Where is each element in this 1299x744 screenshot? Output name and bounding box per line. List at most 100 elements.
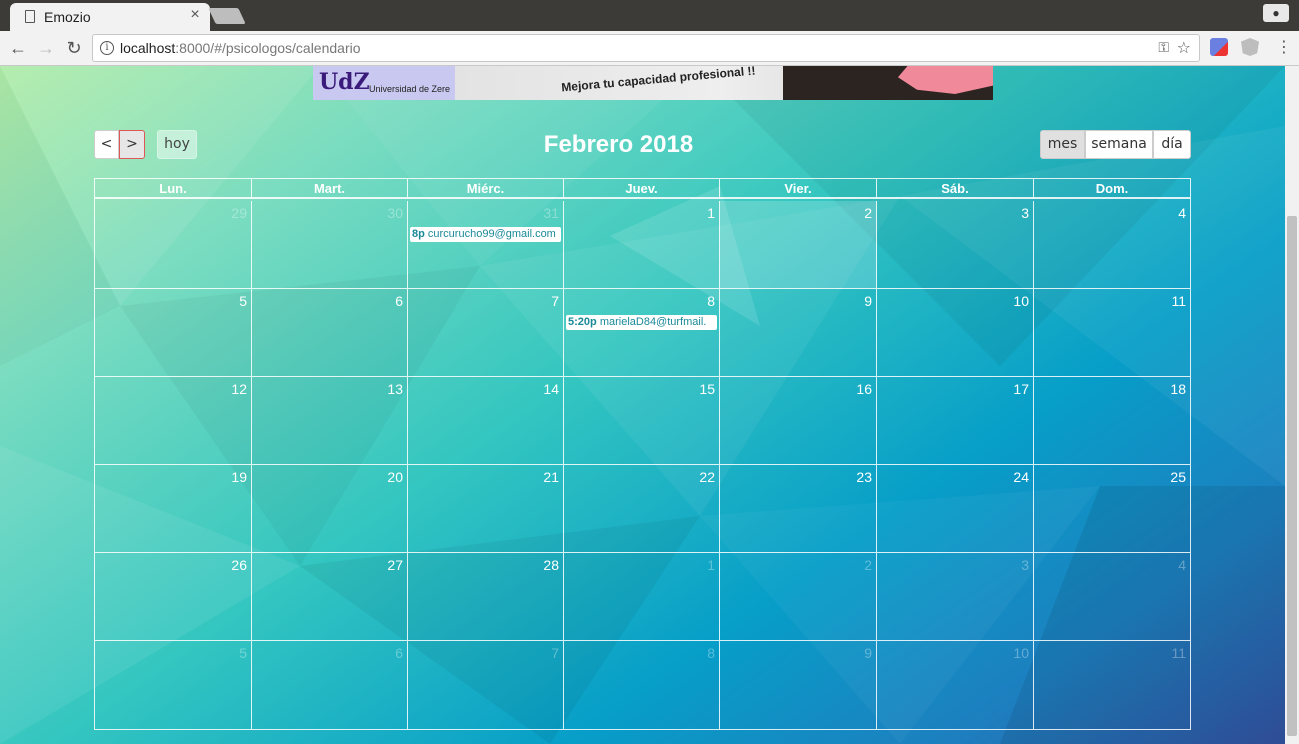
page-icon	[25, 10, 35, 23]
day-cell[interactable]: 30	[252, 201, 408, 288]
day-cell[interactable]: 1	[564, 201, 720, 288]
day-cell[interactable]: 16	[720, 377, 877, 464]
day-cell[interactable]: 19	[95, 465, 252, 552]
day-number: 6	[395, 293, 403, 309]
menu-icon[interactable]: ⋮	[1276, 37, 1292, 57]
day-cell[interactable]: 18	[1034, 377, 1190, 464]
day-cell[interactable]: 17	[877, 377, 1034, 464]
weekday-4: Juev.	[564, 179, 720, 199]
day-cell[interactable]: 10	[877, 289, 1034, 376]
day-number: 10	[1013, 293, 1029, 309]
day-cell[interactable]: 27	[252, 553, 408, 640]
day-number: 27	[387, 557, 403, 573]
angular-extension-icon[interactable]	[1241, 38, 1259, 56]
banner-logo: UdZ	[319, 69, 370, 95]
day-cell[interactable]: 26	[95, 553, 252, 640]
back-icon[interactable]: ←	[6, 36, 30, 60]
day-cell[interactable]: 4	[1034, 201, 1190, 288]
scrollbar-thumb[interactable]	[1287, 216, 1297, 736]
day-number: 3	[1021, 205, 1029, 221]
day-cell[interactable]: 21	[408, 465, 564, 552]
day-number: 18	[1170, 381, 1186, 397]
day-cell[interactable]: 28	[408, 553, 564, 640]
day-cell[interactable]: 9	[720, 641, 877, 729]
day-number: 12	[231, 381, 247, 397]
calendar-title: Febrero 2018	[543, 131, 694, 158]
close-icon[interactable]: ×	[186, 6, 204, 24]
day-cell[interactable]: 12	[95, 377, 252, 464]
day-number: 17	[1013, 381, 1029, 397]
day-cell[interactable]: 31 8p curcurucho99@gmail.com	[408, 201, 564, 288]
calendar-event[interactable]: 5:20p marielaD84@turfmail.	[566, 315, 717, 330]
day-cell[interactable]: 15	[564, 377, 720, 464]
day-cell[interactable]: 29	[95, 201, 252, 288]
day-cell[interactable]: 9	[720, 289, 877, 376]
star-icon[interactable]: ☆	[1177, 38, 1191, 58]
day-cell[interactable]: 8	[564, 641, 720, 729]
day-number: 1	[707, 557, 715, 573]
day-cell[interactable]: 23	[720, 465, 877, 552]
address-bar[interactable]: i localhost:8000/#/psicologos/calendario…	[92, 34, 1200, 62]
key-icon[interactable]: ⚿	[1158, 39, 1169, 56]
day-cell[interactable]: 5	[95, 641, 252, 729]
day-cell[interactable]: 10	[877, 641, 1034, 729]
tab-title: Emozio	[44, 9, 91, 25]
day-number: 14	[543, 381, 559, 397]
day-number: 30	[387, 205, 403, 221]
day-number: 31	[543, 205, 559, 221]
day-cell[interactable]: 24	[877, 465, 1034, 552]
day-cell[interactable]: 11	[1034, 641, 1190, 729]
day-number: 22	[699, 469, 715, 485]
scrollbar[interactable]	[1285, 66, 1299, 744]
week-row: 19 20 21 22 23 24 25	[95, 465, 1190, 553]
day-cell[interactable]: 3	[877, 201, 1034, 288]
day-number: 2	[864, 205, 872, 221]
info-icon[interactable]: i	[100, 41, 114, 55]
day-cell[interactable]: 6	[252, 641, 408, 729]
event-title: curcurucho99@gmail.com	[427, 228, 556, 240]
day-view-button[interactable]: día	[1153, 130, 1191, 159]
day-number: 8	[707, 645, 715, 661]
banner-udz-block: UdZ Universidad de Zere	[313, 66, 455, 100]
reload-icon[interactable]: ↻	[62, 36, 86, 60]
day-cell[interactable]: 5	[95, 289, 252, 376]
day-cell[interactable]: 20	[252, 465, 408, 552]
page-viewport: UdZ Universidad de Zere Mejora tu capaci…	[0, 66, 1285, 744]
week-row: 5 6 7 8 9 10 11	[95, 641, 1190, 729]
day-cell[interactable]: 2	[720, 201, 877, 288]
extension-icon[interactable]	[1210, 38, 1228, 56]
day-number: 7	[551, 293, 559, 309]
day-cell[interactable]: 7	[408, 289, 564, 376]
day-number: 20	[387, 469, 403, 485]
day-number: 3	[1021, 557, 1029, 573]
week-row: 12 13 14 15 16 17 18	[95, 377, 1190, 465]
event-time: 5:20p	[568, 316, 597, 328]
weekday-6: Sáb.	[877, 179, 1034, 199]
browser-tab[interactable]: Emozio ×	[10, 3, 210, 31]
day-cell[interactable]: 3	[877, 553, 1034, 640]
banner-subtitle: Universidad de Zere	[369, 84, 451, 94]
ad-banner[interactable]: UdZ Universidad de Zere Mejora tu capaci…	[313, 66, 993, 100]
forward-icon[interactable]: →	[34, 36, 58, 60]
new-tab-button[interactable]	[208, 8, 246, 24]
day-cell[interactable]: 1	[564, 553, 720, 640]
day-cell[interactable]: 22	[564, 465, 720, 552]
day-cell[interactable]: 13	[252, 377, 408, 464]
day-cell[interactable]: 6	[252, 289, 408, 376]
day-cell[interactable]: 8 5:20p marielaD84@turfmail.	[564, 289, 720, 376]
week-row: 5 6 7 8 5:20p marielaD84@turfmail. 9 10 11	[95, 289, 1190, 377]
month-view-button[interactable]: mes	[1040, 130, 1085, 159]
day-cell[interactable]: 25	[1034, 465, 1190, 552]
day-cell[interactable]: 11	[1034, 289, 1190, 376]
day-cell[interactable]: 2	[720, 553, 877, 640]
week-view-button[interactable]: semana	[1085, 130, 1153, 159]
profile-icon[interactable]: ●	[1263, 4, 1289, 22]
day-number: 15	[699, 381, 715, 397]
day-number: 28	[543, 557, 559, 573]
url-host: localhost	[120, 40, 176, 56]
calendar-event[interactable]: 8p curcurucho99@gmail.com	[410, 227, 561, 242]
day-cell[interactable]: 4	[1034, 553, 1190, 640]
day-cell[interactable]: 14	[408, 377, 564, 464]
day-number: 24	[1013, 469, 1029, 485]
day-cell[interactable]: 7	[408, 641, 564, 729]
